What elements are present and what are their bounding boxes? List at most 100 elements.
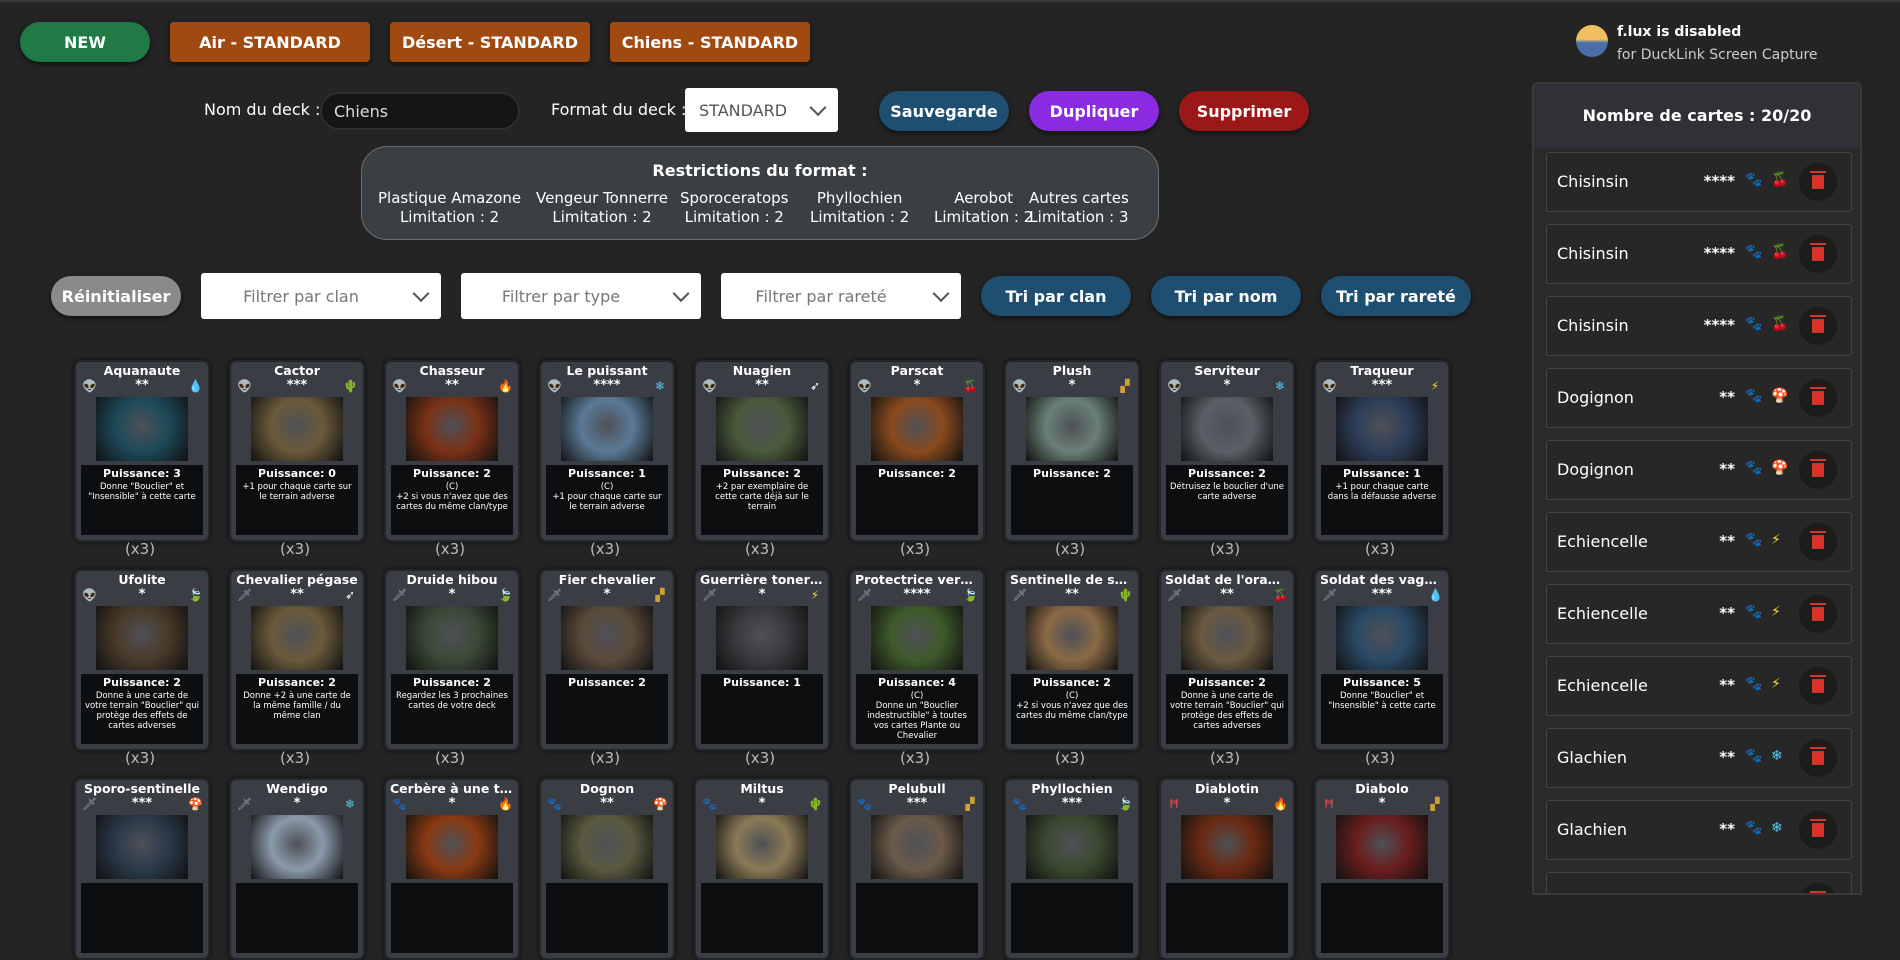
card-quantity: (x3) — [124, 749, 156, 767]
card[interactable]: Chasseur ** 👽 🔥 Puissance: 2 (C) +2 si vous n… — [384, 360, 520, 542]
tab-chiens-standard[interactable]: Chiens - STANDARD — [610, 22, 810, 62]
card[interactable]: Soldat de l'orange ** 🗡 🍒 Puissance: 2 Donne … — [1159, 569, 1295, 751]
remove-card-button[interactable] — [1799, 595, 1837, 633]
remove-card-button[interactable] — [1799, 523, 1837, 561]
card-text-box: Puissance: 2 Donne à une carte de votre t… — [1166, 674, 1288, 744]
toy-icon: ▞ — [965, 797, 975, 811]
card-power: Puissance: 2 — [878, 467, 956, 480]
card[interactable]: Dognon ** 🐾 🍄 — [539, 778, 675, 960]
card[interactable]: Serviteur * 👽 ❄ Puissance: 2 Détruisez le bou… — [1159, 360, 1295, 542]
card[interactable]: Aquanaute ** 👽 💧 Puissance: 3 Donne "Bouclier… — [74, 360, 210, 542]
deck-list-item[interactable]: Echiencelle ** 🐾 ⚡ — [1546, 512, 1852, 572]
deck-name-input[interactable] — [320, 92, 520, 130]
tab-desert-standard[interactable]: Désert - STANDARD — [390, 22, 590, 62]
card[interactable]: Sporo-sentinelle *** 🗡 🍄 — [74, 778, 210, 960]
deck-list-item[interactable]: Chisinsin **** 🐾 🍒 — [1546, 296, 1852, 356]
card-power: Puissance: 2 — [103, 676, 181, 689]
card[interactable]: Pelubull *** 🐾 ▞ — [849, 778, 985, 960]
card-artwork — [716, 606, 808, 670]
card[interactable]: Diabolo * Ħ ▞ — [1314, 778, 1450, 960]
card-text-box: Puissance: 4 (C) Donne un "Bouclier indes… — [856, 674, 978, 744]
deck-format-select[interactable]: STANDARD — [685, 88, 838, 132]
remove-card-button[interactable] — [1799, 379, 1837, 417]
filter-rarity-select[interactable]: Filtrer par rareté — [721, 273, 961, 319]
card[interactable]: Fier chevalier * 🗡 ▞ Puissance: 2 — [539, 569, 675, 751]
card[interactable]: Sentinelle de sable ** 🗡 🌵 Puissance: 2 (C) +… — [1004, 569, 1140, 751]
remove-card-button[interactable] — [1799, 235, 1837, 273]
card-description: Donne à une carte de votre terrain "Bouc… — [1169, 691, 1285, 731]
new-deck-button[interactable]: NEW — [20, 22, 150, 62]
deck-list-item[interactable]: Glachien ** 🐾 ❄ — [1546, 800, 1852, 860]
paw-icon: 🐾 — [1012, 797, 1027, 811]
card-power: Puissance: 3 — [103, 467, 181, 480]
card[interactable]: Diablotin * Ħ 🔥 — [1159, 778, 1295, 960]
deck-list-item[interactable]: Dogignon ** 🐾 🍄 — [1546, 440, 1852, 500]
bolt-icon: ⚡ — [810, 588, 820, 602]
restriction-item: Aerobot Limitation : 2 — [934, 189, 1033, 227]
remove-card-button[interactable] — [1799, 811, 1837, 849]
card-name: Soldat de l'orange — [1165, 572, 1293, 587]
deck-list-item[interactable]: Glachien ** 🐾 ❄ — [1546, 728, 1852, 788]
remove-card-button[interactable] — [1799, 163, 1837, 201]
mushroom-icon: 🍄 — [653, 797, 668, 811]
card[interactable]: Protectrice verdoyante****🗡🍃Puissance: 4… — [849, 569, 985, 751]
card-text-box: Puissance: 2 Regardez les 3 prochaines ca… — [391, 674, 513, 744]
deck-list-item[interactable]: Dogignon ** 🐾 🍄 — [1546, 368, 1852, 428]
deck-item-name: Chisinsin — [1557, 244, 1629, 263]
card[interactable]: Phyllochien *** 🐾 🍃 — [1004, 778, 1140, 960]
card[interactable]: Nuagien ** 👽 ➶ Puissance: 2 +2 par exemplaire… — [694, 360, 830, 542]
remove-card-button[interactable] — [1799, 739, 1837, 777]
card-name: Parscat — [890, 363, 944, 378]
card-description: (C) +1 pour chaque carte sur le terrain … — [552, 482, 662, 512]
remove-card-button[interactable] — [1799, 307, 1837, 345]
card[interactable]: Plush * 👽 ▞ Puissance: 2 — [1004, 360, 1140, 542]
filter-type-select[interactable]: Filtrer par type — [461, 273, 701, 319]
filter-clan-select[interactable]: Filtrer par clan — [201, 273, 441, 319]
card[interactable]: Soldat des vagues *** 🗡 💧 Puissance: 5 Donne … — [1314, 569, 1450, 751]
remove-card-button[interactable] — [1799, 883, 1837, 893]
card-text-box — [701, 883, 823, 953]
duplicate-button[interactable]: Dupliquer — [1029, 91, 1159, 131]
sort-by-rarity-button[interactable]: Tri par rareté — [1321, 276, 1471, 316]
card[interactable]: Le puissant **** 👽 ❄ Puissance: 1 (C) +1 pour… — [539, 360, 675, 542]
card[interactable]: Chevalier pégase ** 🗡 ➶ Puissance: 2 Donne +2… — [229, 569, 365, 751]
tab-air-standard[interactable]: Air - STANDARD — [170, 22, 370, 62]
card[interactable]: Ufolite * 👽 🍃 Puissance: 2 Donne à une carte … — [74, 569, 210, 751]
reset-filters-button[interactable]: Réinitialiser — [51, 276, 181, 316]
card[interactable]: Parscat * 👽 🍒 Puissance: 2 — [849, 360, 985, 542]
card[interactable]: Miltus * 🐾 🌵 — [694, 778, 830, 960]
card-artwork — [871, 606, 963, 670]
deck-list-item[interactable]: Chisinsin **** 🐾 🍒 — [1546, 224, 1852, 284]
snow-icon: ❄ — [344, 797, 356, 811]
deck-list-item[interactable]: Echiencelle ** 🐾 ⚡ — [1546, 656, 1852, 716]
deck-list-item[interactable] — [1546, 872, 1852, 893]
alien-icon: 👽 — [82, 379, 97, 393]
card[interactable]: Guerrière tonerre * 🗡 ⚡ Puissance: 1 — [694, 569, 830, 751]
sort-by-name-button[interactable]: Tri par nom — [1151, 276, 1301, 316]
remove-card-button[interactable] — [1799, 667, 1837, 705]
sort-by-clan-button[interactable]: Tri par clan — [981, 276, 1131, 316]
leaf-icon: 🍃 — [963, 588, 978, 602]
card[interactable]: Cerbère à une tête * 🐾 🔥 — [384, 778, 520, 960]
leaf-icon: 🍃 — [1118, 797, 1133, 811]
deck-item-rarity: ** — [1719, 460, 1735, 478]
trash-icon — [1810, 459, 1826, 477]
card[interactable]: Cactor *** 👽 🌵 Puissance: 0 +1 pour chaque ca… — [229, 360, 365, 542]
delete-deck-button[interactable]: Supprimer — [1179, 91, 1309, 131]
deck-item-name: Dogignon — [1557, 388, 1634, 407]
remove-card-button[interactable] — [1799, 451, 1837, 489]
paw-icon: 🐾 — [857, 797, 872, 811]
deck-list-item[interactable]: Chisinsin **** 🐾 🍒 — [1546, 152, 1852, 212]
save-button[interactable]: Sauvegarde — [879, 91, 1009, 131]
card[interactable]: Wendigo * 🗡 ❄ — [229, 778, 365, 960]
card-quantity: (x3) — [279, 540, 311, 558]
deck-list-item[interactable]: Echiencelle ** 🐾 ⚡ — [1546, 584, 1852, 644]
deck-item-rarity: ** — [1719, 604, 1735, 622]
card-text-box — [1166, 883, 1288, 953]
card[interactable]: Druide hibou * 🗡 🍃 Puissance: 2 Regardez les … — [384, 569, 520, 751]
card-artwork — [561, 815, 653, 879]
deck-item-rarity: ** — [1719, 532, 1735, 550]
flux-notification: f.lux is disabled for DuckLink Screen Ca… — [1562, 0, 1892, 80]
card[interactable]: Traqueur *** 👽 ⚡ Puissance: 1 +1 pour chaque … — [1314, 360, 1450, 542]
card-quantity: (x3) — [1054, 540, 1086, 558]
